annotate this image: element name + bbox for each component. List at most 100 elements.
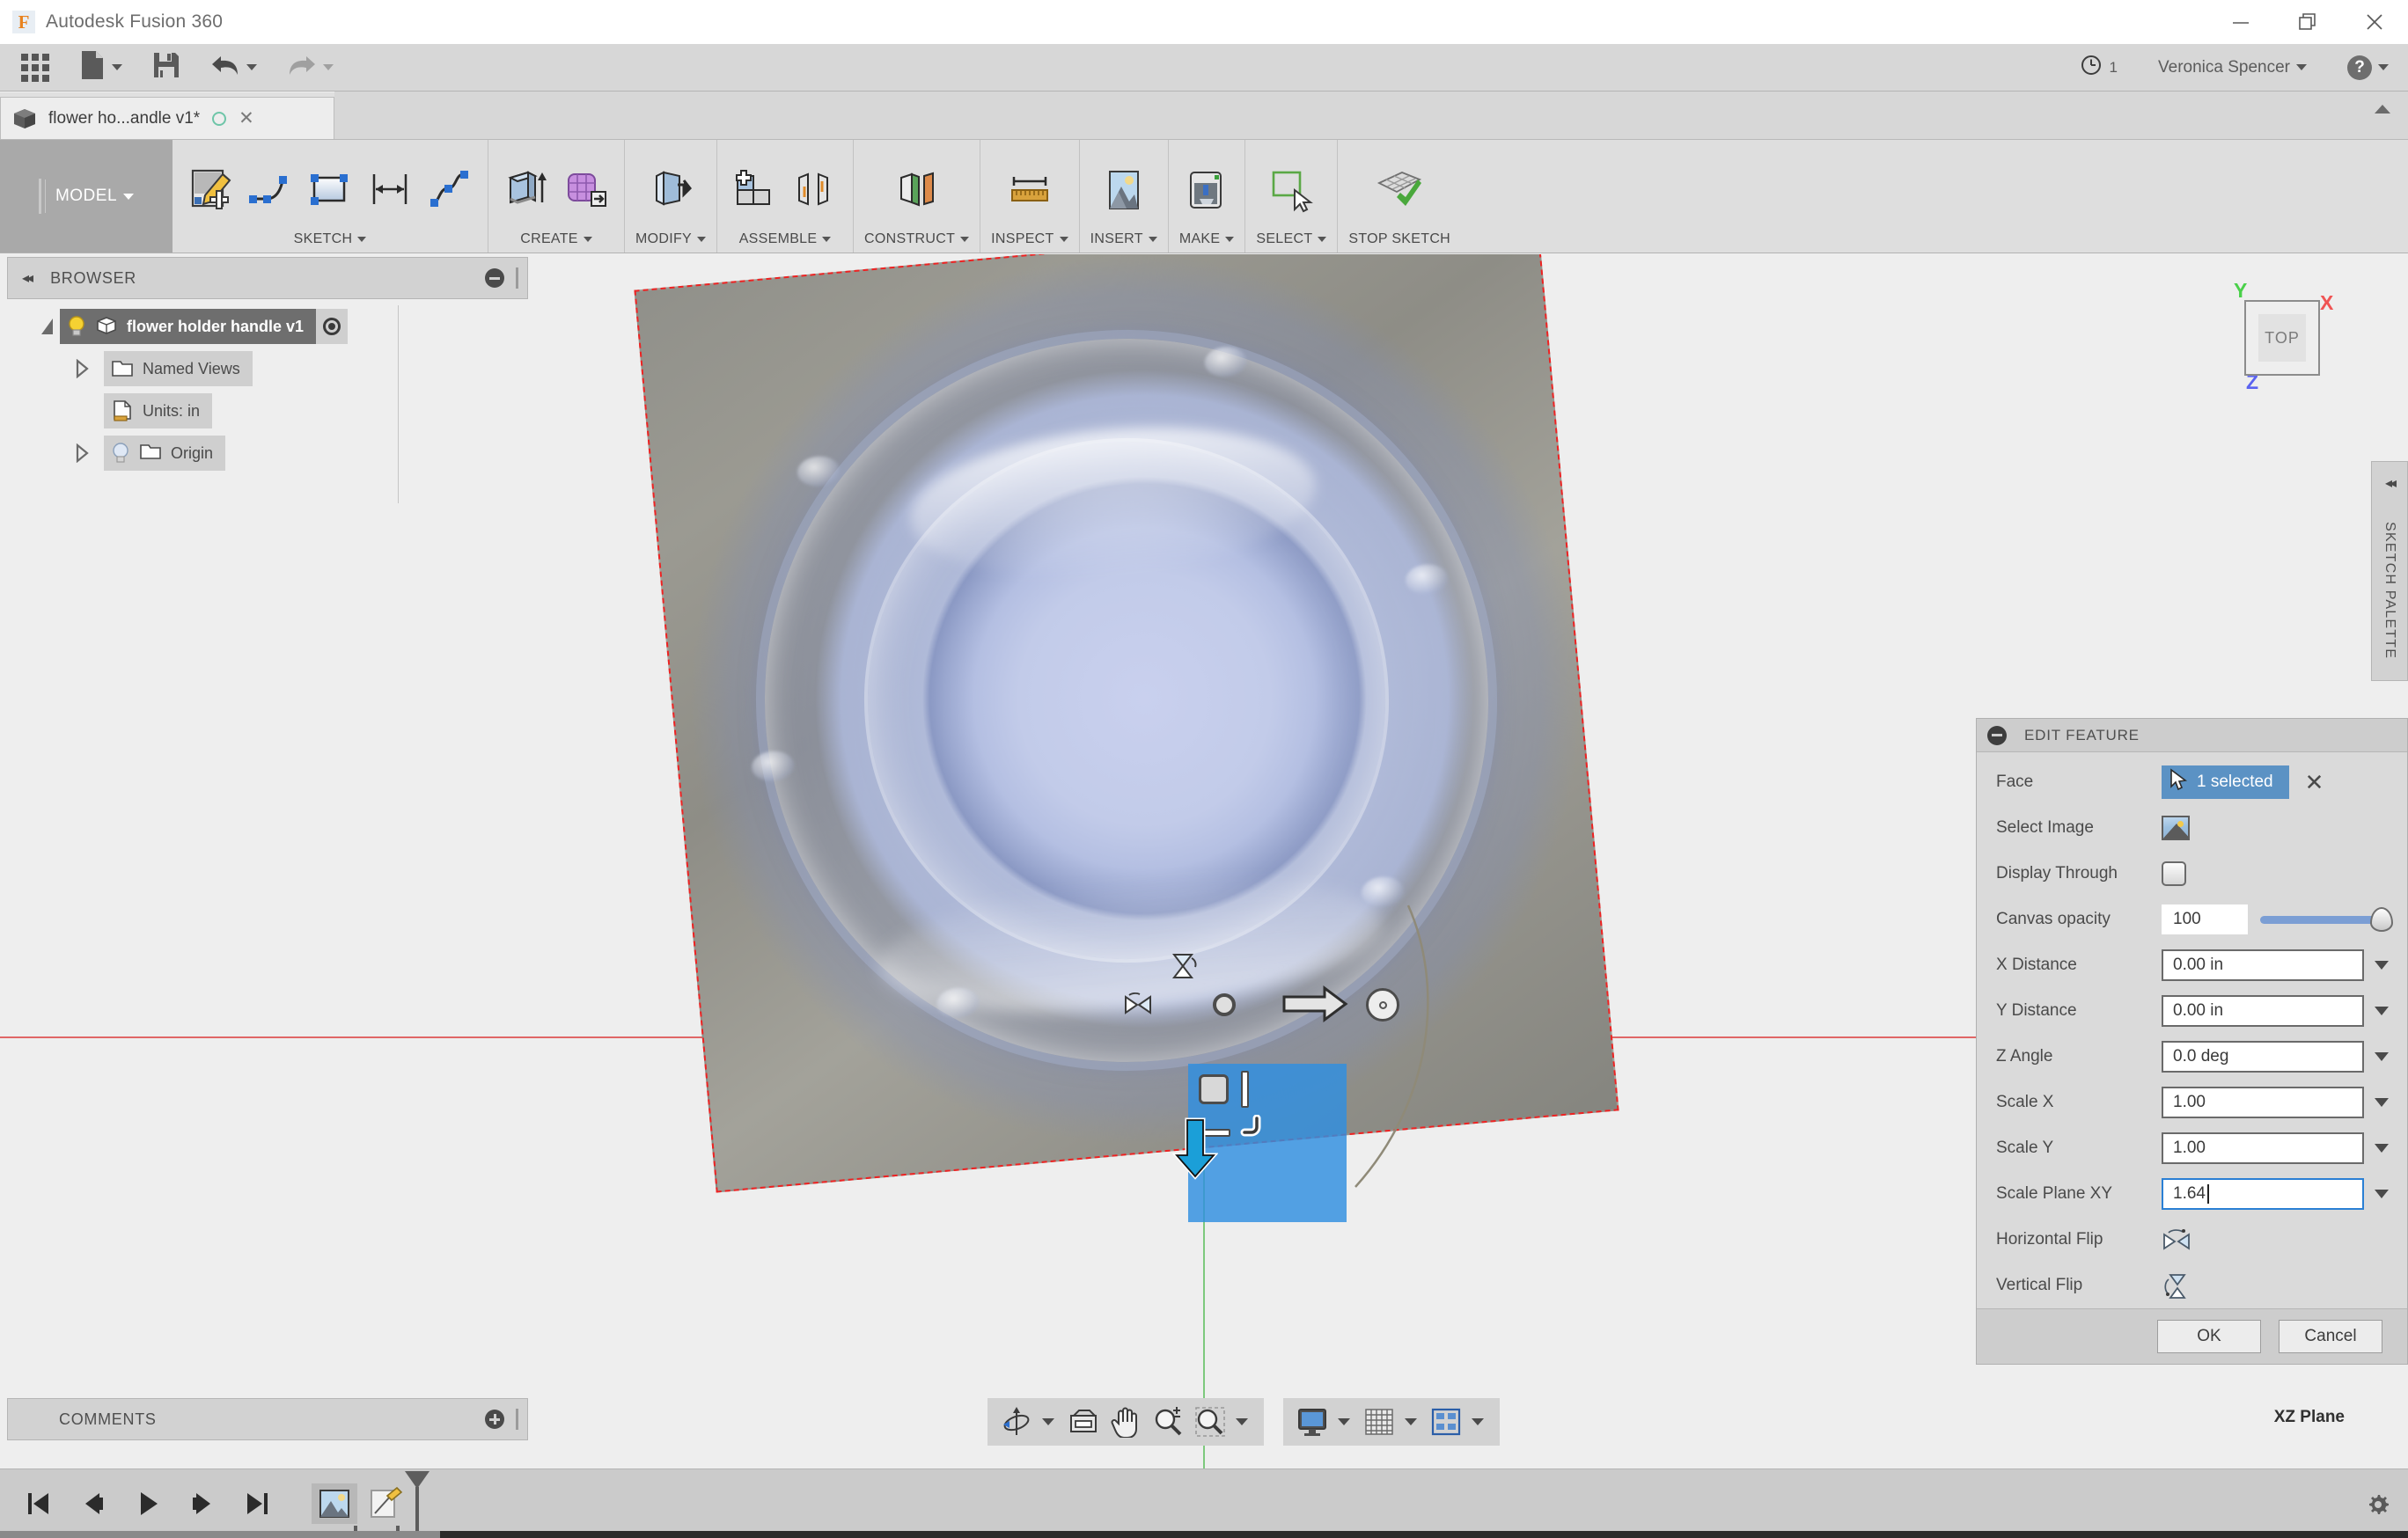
ribbon-group-label[interactable]: INSPECT <box>991 231 1068 247</box>
scale-corner-handle-icon[interactable] <box>1239 1114 1264 1144</box>
browser-row-units[interactable]: Units: in <box>7 390 528 432</box>
new-component-button[interactable] <box>728 163 782 217</box>
chevron-down-icon[interactable] <box>246 64 257 70</box>
x-distance-input[interactable]: 0.00 in <box>2162 949 2364 982</box>
horizontal-scrollbar[interactable] <box>0 1531 2408 1538</box>
x-move-arrow-handle-icon[interactable] <box>1281 985 1349 1028</box>
scrollbar-thumb[interactable] <box>0 1531 440 1538</box>
scale-x-dropdown-icon[interactable] <box>2375 1098 2389 1108</box>
settings-gear-icon[interactable] <box>2366 1492 2389 1515</box>
collapse-ribbon-icon[interactable] <box>2375 105 2390 114</box>
undo-button[interactable] <box>205 44 262 92</box>
select-image-button-icon[interactable] <box>2162 816 2190 841</box>
document-tab[interactable]: flower ho...andle v1* ✕ <box>0 97 334 139</box>
ribbon-group-label[interactable]: MODIFY <box>635 231 707 247</box>
go-to-end-button[interactable] <box>239 1486 275 1521</box>
go-to-start-button[interactable] <box>21 1486 56 1521</box>
workspace-switcher[interactable]: MODEL <box>0 140 173 253</box>
expand-sketch-palette-icon[interactable]: ◂◂ <box>2385 474 2397 492</box>
minimize-browser-icon[interactable] <box>485 268 504 288</box>
ribbon-group-label[interactable]: STOP SKETCH <box>1348 231 1450 247</box>
sketch-dimension-button[interactable] <box>363 163 417 217</box>
job-status-button[interactable]: 1 <box>2080 54 2118 81</box>
stop-sketch-button[interactable] <box>1372 163 1427 217</box>
rotate-handle-icon[interactable] <box>1366 988 1399 1022</box>
light-bulb-on-icon[interactable] <box>67 315 86 338</box>
offset-plane-button[interactable] <box>890 163 944 217</box>
extrude-button[interactable] <box>499 163 554 217</box>
collapse-browser-icon[interactable]: ◂◂ <box>22 269 33 287</box>
orbit-button[interactable] <box>998 1403 1035 1441</box>
comments-resize-grip[interactable] <box>516 1409 518 1430</box>
display-settings-button[interactable] <box>1294 1403 1331 1441</box>
browser-item-chip[interactable]: flower holder handle v1 <box>60 309 317 344</box>
new-file-button[interactable] <box>74 44 128 92</box>
ribbon-group-label[interactable]: SELECT <box>1256 231 1327 247</box>
zoom-button[interactable] <box>1149 1403 1186 1441</box>
browser-row-named-views[interactable]: Named Views <box>7 348 528 390</box>
viewports-dropdown-icon[interactable] <box>1472 1418 1484 1425</box>
y-distance-input[interactable]: 0.00 in <box>2162 995 2364 1028</box>
view-cube-face-label[interactable]: TOP <box>2258 314 2306 362</box>
scale-x-input[interactable]: 1.00 <box>2162 1087 2364 1119</box>
expander-open-icon[interactable] <box>33 319 60 334</box>
grid-snaps-button[interactable] <box>1361 1403 1398 1441</box>
viewports-button[interactable] <box>1428 1403 1465 1441</box>
vertical-flip-handle-icon[interactable] <box>1169 951 1200 985</box>
browser-item-chip[interactable]: Units: in <box>104 393 213 428</box>
uniform-scale-handle[interactable] <box>1199 1074 1229 1104</box>
view-cube-box[interactable]: TOP <box>2244 300 2320 376</box>
timeline-feature-sketch[interactable] <box>363 1483 408 1524</box>
fit-button[interactable] <box>1192 1403 1229 1441</box>
canvas-opacity-input[interactable]: 100 <box>2162 904 2248 935</box>
ribbon-group-label[interactable]: ASSEMBLE <box>739 231 832 247</box>
redo-button[interactable] <box>282 44 339 92</box>
sketch-palette-panel[interactable]: ◂◂ SKETCH PALETTE <box>2371 461 2408 681</box>
step-forward-button[interactable] <box>185 1486 220 1521</box>
scale-y-input[interactable]: 1.00 <box>2162 1132 2364 1165</box>
look-at-button[interactable] <box>1065 1403 1102 1441</box>
manipulator-center-handle[interactable] <box>1213 993 1236 1016</box>
clear-face-selection-icon[interactable]: ✕ <box>2305 771 2324 794</box>
fit-dropdown-icon[interactable] <box>1236 1418 1248 1425</box>
orbit-dropdown-icon[interactable] <box>1042 1418 1054 1425</box>
canvas-opacity-slider[interactable] <box>2260 906 2393 933</box>
horizontal-flip-handle-icon[interactable] <box>1122 992 1154 1022</box>
y-move-arrow-handle-icon[interactable] <box>1171 1117 1219 1184</box>
slider-knob[interactable] <box>2370 907 2393 933</box>
press-pull-button[interactable] <box>643 163 698 217</box>
minimize-button[interactable] <box>2207 0 2274 44</box>
y-distance-dropdown-icon[interactable] <box>2375 1007 2389 1016</box>
edit-feature-dialog[interactable]: EDIT FEATURE Face 1 selected ✕ Select Im… <box>1976 718 2408 1365</box>
z-angle-dropdown-icon[interactable] <box>2375 1052 2389 1062</box>
cancel-button[interactable]: Cancel <box>2279 1320 2382 1354</box>
close-tab-icon[interactable]: ✕ <box>239 109 254 128</box>
light-bulb-off-icon[interactable] <box>111 442 130 465</box>
ribbon-group-label[interactable]: SKETCH <box>294 231 367 247</box>
timeline-feature-canvas[interactable] <box>312 1483 357 1524</box>
save-button[interactable] <box>147 44 186 92</box>
visibility-toggle-button[interactable] <box>316 309 349 344</box>
select-button[interactable] <box>1264 163 1318 217</box>
browser-item-chip[interactable]: Origin <box>104 436 226 471</box>
create-sketch-button[interactable] <box>183 163 238 217</box>
vertical-flip-button-icon[interactable] <box>2162 1272 2190 1300</box>
chevron-down-icon[interactable] <box>323 64 334 70</box>
ribbon-group-label[interactable]: INSERT <box>1090 231 1157 247</box>
expander-closed-icon[interactable] <box>69 359 95 378</box>
browser-row-root[interactable]: flower holder handle v1 <box>7 305 528 348</box>
step-back-button[interactable] <box>76 1486 111 1521</box>
create-form-button[interactable] <box>559 163 613 217</box>
horizontal-flip-button-icon[interactable] <box>2162 1227 2190 1253</box>
view-cube[interactable]: Y X Z TOP <box>2207 274 2357 406</box>
close-button[interactable] <box>2341 0 2408 44</box>
browser-item-chip[interactable]: Named Views <box>104 351 253 386</box>
collapse-dialog-icon[interactable] <box>1987 725 2007 745</box>
x-distance-dropdown-icon[interactable] <box>2375 961 2389 970</box>
help-menu-button[interactable]: ? <box>2347 55 2389 80</box>
expander-closed-icon[interactable] <box>69 443 95 463</box>
display-settings-dropdown-icon[interactable] <box>1338 1418 1350 1425</box>
ribbon-group-label[interactable]: CONSTRUCT <box>864 231 970 247</box>
scale-y-handle[interactable] <box>1241 1071 1249 1108</box>
spline-button[interactable] <box>422 163 477 217</box>
